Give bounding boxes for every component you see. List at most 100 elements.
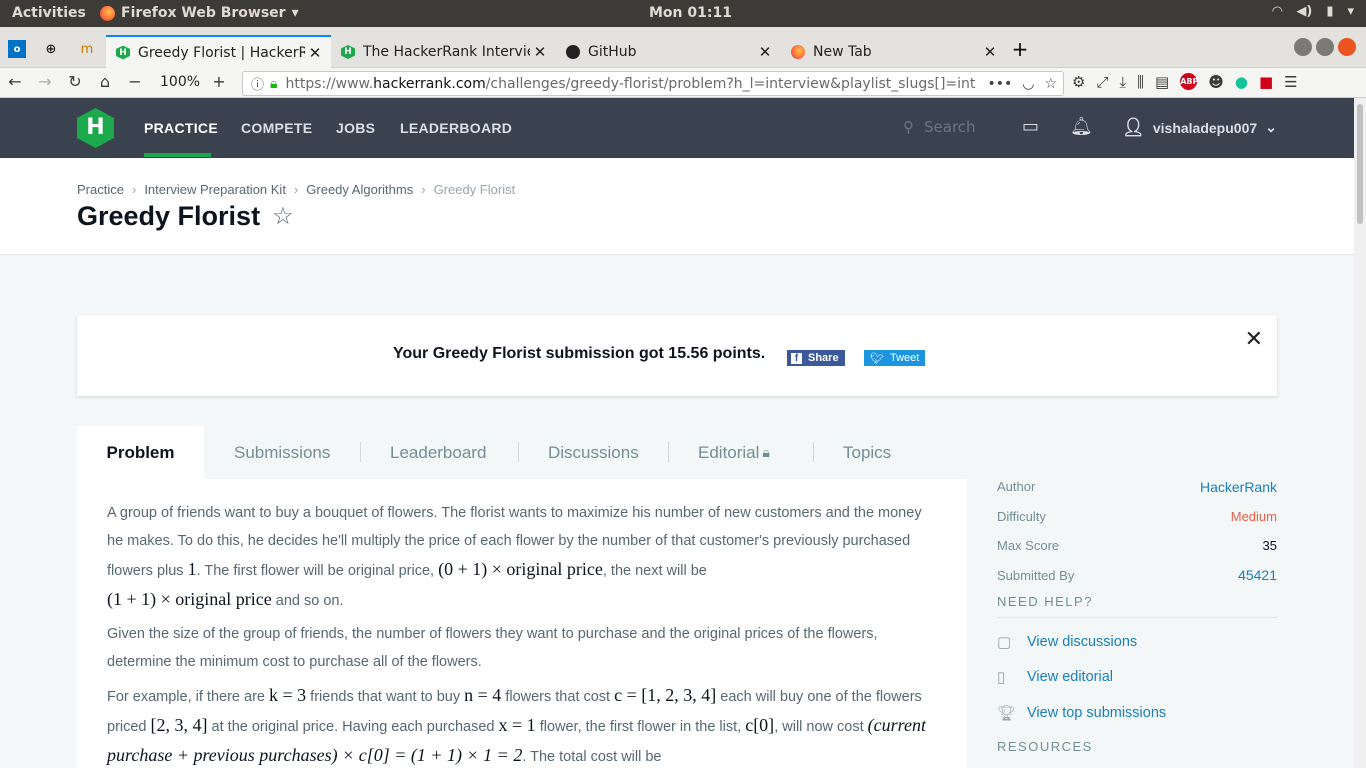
- grammarly-icon[interactable]: ●: [1235, 73, 1248, 91]
- user-menu[interactable]: 👤︎ vishaladepu007 ⌄: [1122, 117, 1277, 138]
- problem-paragraph: Given the size of the group of friends, …: [107, 626, 878, 670]
- facebook-share-button[interactable]: f Share: [787, 350, 845, 366]
- maximize-button[interactable]: [1316, 38, 1334, 56]
- label: Max Score: [997, 538, 1060, 554]
- close-icon[interactable]: ✕: [1245, 327, 1263, 352]
- tab-submissions[interactable]: Submissions: [234, 426, 330, 479]
- pocket-icon[interactable]: ◡: [1022, 76, 1034, 92]
- close-icon[interactable]: ✕: [305, 44, 325, 62]
- settings-gear-icon[interactable]: ⚙: [1072, 73, 1085, 91]
- view-editorial-link[interactable]: ▯ View editorial: [997, 660, 1277, 696]
- globe-pinned-tab-icon[interactable]: ⊕: [42, 40, 60, 58]
- new-tab-plus-icon[interactable]: +: [1011, 37, 1029, 61]
- tab-github[interactable]: GitHub ✕: [556, 36, 781, 68]
- view-top-submissions-link[interactable]: 🏆︎ View top submissions: [997, 695, 1277, 731]
- close-icon[interactable]: ✕: [755, 43, 775, 61]
- pinned-tab-icon[interactable]: m: [78, 40, 96, 58]
- page-actions-icon[interactable]: •••: [987, 76, 1012, 92]
- lock-icon: 🔒︎: [270, 75, 278, 92]
- hackerrank-header: H PRACTICE COMPETE JOBS LEADERBOARD ⚲ Se…: [0, 98, 1354, 158]
- nav-jobs[interactable]: JOBS: [336, 120, 375, 136]
- reload-icon[interactable]: ↻: [64, 72, 86, 91]
- lock-icon: 🔒︎: [762, 444, 770, 460]
- library-icon[interactable]: ⫼: [1137, 73, 1144, 91]
- author-link[interactable]: HackerRank: [1200, 479, 1277, 495]
- text: and so on.: [271, 593, 344, 609]
- breadcrumb-practice[interactable]: Practice: [77, 182, 124, 197]
- view-discussions-link[interactable]: ▢ View discussions: [997, 624, 1277, 660]
- nav-practice[interactable]: PRACTICE: [144, 120, 218, 136]
- facebook-icon: f: [791, 352, 802, 364]
- sidebar-max-score: Max Score 35: [997, 531, 1277, 561]
- page-title: Greedy Florist ☆: [77, 201, 294, 232]
- home-icon[interactable]: ⌂: [94, 72, 116, 91]
- tab-leaderboard[interactable]: Leaderboard: [390, 426, 486, 479]
- clock[interactable]: Mon 01:11: [649, 5, 732, 21]
- tab-greedy-florist[interactable]: H Greedy Florist | HackerRa ✕: [106, 35, 331, 68]
- close-icon[interactable]: ✕: [980, 43, 1000, 61]
- zoom-in-icon[interactable]: +: [208, 72, 230, 91]
- share-label: Share: [808, 352, 839, 364]
- sidebar-submitted-by: Submitted By 45421: [997, 561, 1277, 591]
- tab-divider: [668, 442, 669, 462]
- hackerrank-logo[interactable]: H: [77, 108, 114, 148]
- text: . The first flower will be original pric…: [196, 563, 439, 579]
- tab-editorial-label: Editorial: [698, 442, 760, 462]
- bookmark-star-icon[interactable]: ☆: [1044, 76, 1057, 92]
- tweet-button[interactable]: 🐦︎ Tweet: [864, 350, 925, 366]
- math: (0 + 1) × original price: [438, 559, 603, 579]
- math: k = 3: [269, 685, 307, 705]
- problem-tabs: Problem Submissions Leaderboard Discussi…: [77, 426, 967, 479]
- submitted-by-link[interactable]: 45421: [1238, 567, 1277, 583]
- nav-compete[interactable]: COMPETE: [241, 120, 312, 136]
- tab-topics[interactable]: Topics: [843, 426, 891, 479]
- notifications-bell-icon[interactable]: 🔔︎: [1070, 116, 1093, 137]
- search-input[interactable]: ⚲ Search: [903, 118, 976, 136]
- tab-title: The HackerRank Intervie: [363, 44, 530, 60]
- text: at the original price. Having each purch…: [207, 719, 499, 735]
- tab-new-tab[interactable]: New Tab ✕: [781, 36, 1006, 68]
- zoom-out-icon[interactable]: −: [124, 72, 146, 91]
- expand-icon[interactable]: ⤢: [1096, 73, 1108, 91]
- messages-icon[interactable]: ▭: [1022, 116, 1039, 137]
- math: x = 1: [498, 715, 536, 735]
- close-window-button[interactable]: [1338, 38, 1356, 56]
- text: friends that want to buy: [306, 689, 465, 705]
- chevron-down-icon: ▾: [1347, 4, 1354, 19]
- app-menu[interactable]: Firefox Web Browser ▾: [100, 5, 299, 21]
- max-score-value: 35: [1262, 538, 1277, 554]
- extension-red-icon[interactable]: ■: [1259, 73, 1273, 91]
- breadcrumb-greedy-algorithms[interactable]: Greedy Algorithms: [306, 182, 413, 197]
- tab-hackerrank-interview[interactable]: H The HackerRank Intervie ✕: [331, 36, 556, 68]
- outlook-pinned-tab-icon[interactable]: o: [8, 40, 26, 58]
- breadcrumb-interview-kit[interactable]: Interview Preparation Kit: [144, 182, 286, 197]
- problem-statement: A group of friends want to buy a bouquet…: [77, 479, 967, 768]
- sidebar-icon[interactable]: ▤: [1155, 73, 1169, 91]
- forward-arrow-icon[interactable]: →: [34, 72, 56, 91]
- scrollbar-thumb[interactable]: [1357, 104, 1363, 224]
- adblock-icon[interactable]: ABP: [1180, 73, 1198, 90]
- tab-problem[interactable]: Problem: [77, 426, 204, 479]
- chevron-right-icon: ›: [293, 182, 299, 197]
- text: flowers that cost: [501, 689, 615, 705]
- text: , will now cost: [774, 719, 868, 735]
- sidebar-author: Author HackerRank: [997, 472, 1277, 502]
- url-bar[interactable]: ⓘ 🔒︎ https://www. hackerrank.com/challeng…: [242, 71, 1064, 96]
- back-arrow-icon[interactable]: ←: [4, 72, 26, 91]
- tab-discussions[interactable]: Discussions: [548, 426, 639, 479]
- system-tray[interactable]: ◠ ◀) ▮ ▾: [1272, 4, 1354, 19]
- link-label: View editorial: [1027, 669, 1113, 686]
- zoom-level[interactable]: 100%: [160, 74, 200, 90]
- minimize-button[interactable]: [1294, 38, 1312, 56]
- info-icon[interactable]: ⓘ: [251, 74, 264, 93]
- text: , the next will be: [602, 563, 707, 579]
- bookmark-star-icon[interactable]: ☆: [272, 202, 294, 231]
- download-icon[interactable]: ⤓: [1119, 73, 1126, 91]
- page-scrollbar[interactable]: [1354, 98, 1366, 768]
- hamburger-menu-icon[interactable]: ☰: [1284, 73, 1297, 91]
- extension-icon[interactable]: ☻: [1208, 73, 1224, 91]
- close-icon[interactable]: ✕: [530, 43, 550, 61]
- nav-leaderboard[interactable]: LEADERBOARD: [400, 120, 512, 136]
- tab-editorial[interactable]: Editorial 🔒︎: [698, 426, 770, 479]
- activities-button[interactable]: Activities: [12, 5, 86, 21]
